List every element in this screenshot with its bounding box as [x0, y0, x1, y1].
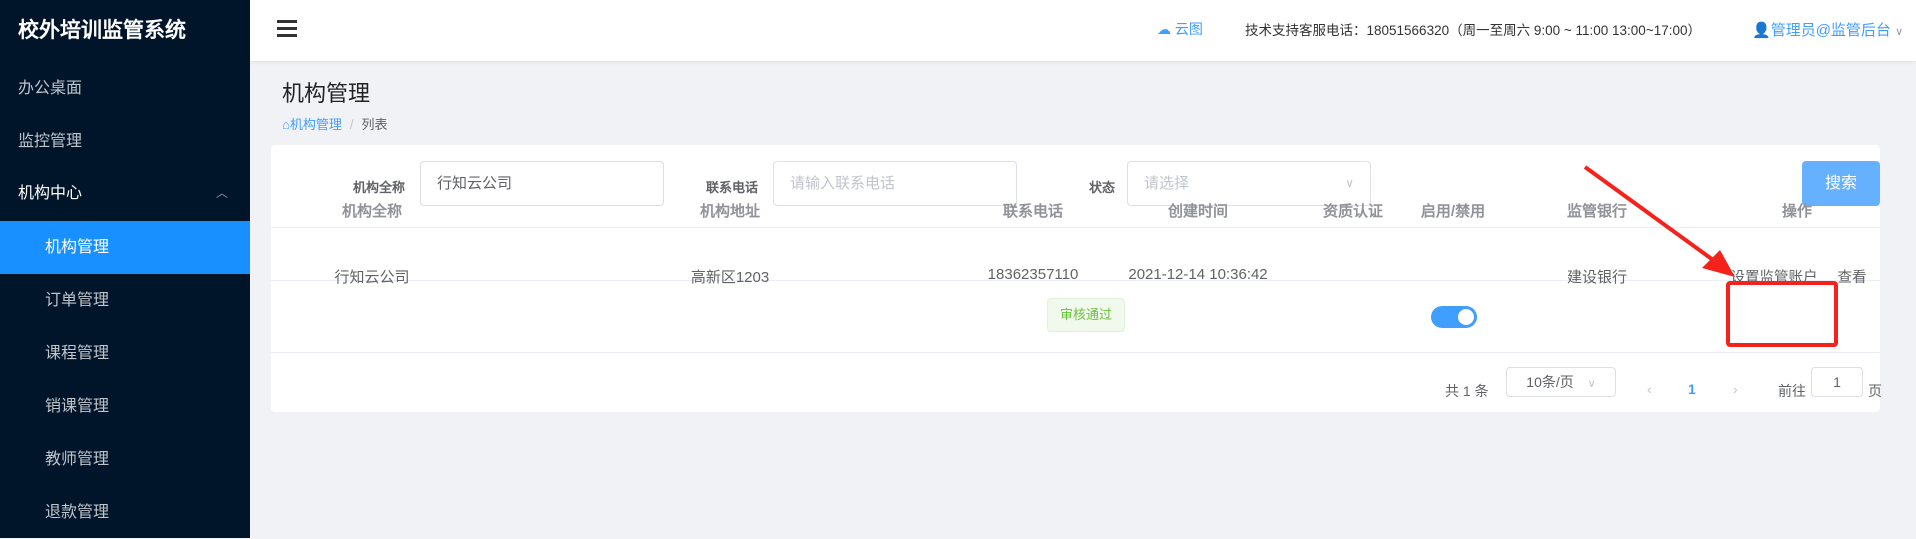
col-header: 资质认证: [1322, 203, 1384, 220]
page-size-select[interactable]: 10条/页 ∨: [1506, 367, 1616, 397]
user-icon: 👤: [1752, 22, 1771, 39]
breadcrumb-home[interactable]: ⌂机构管理: [282, 117, 342, 132]
placeholder: 请选择: [1144, 175, 1190, 192]
sidebar-item-course-consume[interactable]: 销课管理: [0, 380, 250, 433]
sidebar-item-desktop[interactable]: 办公桌面: [0, 62, 250, 115]
sidebar-item-orders[interactable]: 订单管理: [0, 274, 250, 327]
cell-phone: 18362357110: [987, 266, 1079, 283]
total-count: 共 1 条: [1445, 383, 1489, 399]
search-button[interactable]: 搜索: [1802, 161, 1880, 206]
app-title: 校外培训监管系统: [18, 19, 186, 42]
prev-page-icon[interactable]: ‹: [1647, 381, 1652, 397]
sidebar-item-monitor[interactable]: 监控管理: [0, 115, 250, 168]
name-label: 机构全称: [353, 180, 406, 195]
page-title: 机构管理: [282, 81, 371, 106]
chevron-down-icon: ∨: [1345, 176, 1354, 190]
label: 订单管理: [45, 292, 110, 309]
name-input[interactable]: 行知云公司: [420, 161, 664, 206]
cert-badge: 审核通过: [1047, 298, 1125, 332]
chevron-up-icon: ︿: [215, 186, 228, 200]
chevron-down-icon: ∨: [1587, 378, 1596, 390]
label: 教师管理: [45, 451, 110, 468]
cloud-link[interactable]: ☁ 云图: [1157, 19, 1203, 39]
label: 机构管理: [289, 117, 342, 132]
cell-address: 高新区1203: [690, 269, 770, 286]
annotation-arrow-icon: [1583, 165, 1735, 277]
user-label: 管理员@监管后台: [1770, 22, 1891, 39]
view-link[interactable]: 查看: [1838, 266, 1867, 287]
menu-toggle-icon[interactable]: [277, 20, 297, 38]
goto-label: 前往: [1778, 383, 1806, 399]
label: 办公桌面: [18, 80, 83, 97]
cell-created: 2021-12-14 10:36:42: [1128, 266, 1268, 283]
breadcrumb-current: 列表: [361, 117, 388, 132]
col-header: 机构地址: [699, 203, 761, 220]
sidebar-item-teachers[interactable]: 教师管理: [0, 433, 250, 486]
phone-input[interactable]: 请输入联系电话: [773, 161, 1017, 206]
col-header: 联系电话: [1002, 203, 1064, 220]
goto-input[interactable]: 1: [1811, 367, 1863, 397]
home-icon: ⌂: [282, 117, 290, 132]
col-header: 启用/禁用: [1420, 203, 1486, 220]
cell-name: 行知云公司: [334, 269, 410, 286]
breadcrumb: ⌂机构管理 / 列表: [282, 117, 388, 132]
col-header: 操作: [1781, 203, 1813, 220]
label: 机构管理: [45, 239, 110, 256]
page-suffix: 页: [1868, 383, 1882, 399]
user-menu[interactable]: 👤管理员@监管后台 ∨: [1752, 19, 1903, 40]
label: 销课管理: [45, 398, 110, 415]
chevron-down-icon: ∨: [1895, 26, 1904, 38]
label: 课程管理: [45, 345, 110, 362]
label: 10条/页: [1526, 374, 1574, 390]
col-header: 创建时间: [1167, 203, 1229, 220]
sidebar-item-refunds[interactable]: 退款管理: [0, 486, 250, 539]
next-page-icon[interactable]: ›: [1733, 381, 1738, 397]
enable-toggle[interactable]: [1431, 306, 1477, 328]
phone-label: 联系电话: [706, 180, 759, 195]
support-info: 技术支持客服电话：18051566320（周一至周六 9:00 ~ 11:00 …: [1245, 23, 1701, 38]
label: 监控管理: [18, 133, 83, 150]
label: 机构中心: [18, 185, 83, 202]
annotation-highlight-box: [1726, 281, 1838, 347]
cloud-icon: ☁: [1157, 21, 1171, 37]
page-number[interactable]: 1: [1688, 381, 1696, 397]
sidebar-item-org-manage[interactable]: 机构管理: [0, 221, 250, 274]
label: 退款管理: [45, 504, 110, 521]
cloud-label: 云图: [1174, 21, 1203, 37]
status-label: 状态: [1089, 180, 1116, 195]
col-header: 机构全称: [341, 203, 403, 220]
sidebar: 校外培训监管系统 办公桌面 监控管理 机构中心 ︿ 机构管理 订单管理 课程管理 …: [0, 0, 250, 538]
sidebar-item-courses[interactable]: 课程管理: [0, 327, 250, 380]
sidebar-item-org-center[interactable]: 机构中心 ︿: [0, 167, 250, 220]
